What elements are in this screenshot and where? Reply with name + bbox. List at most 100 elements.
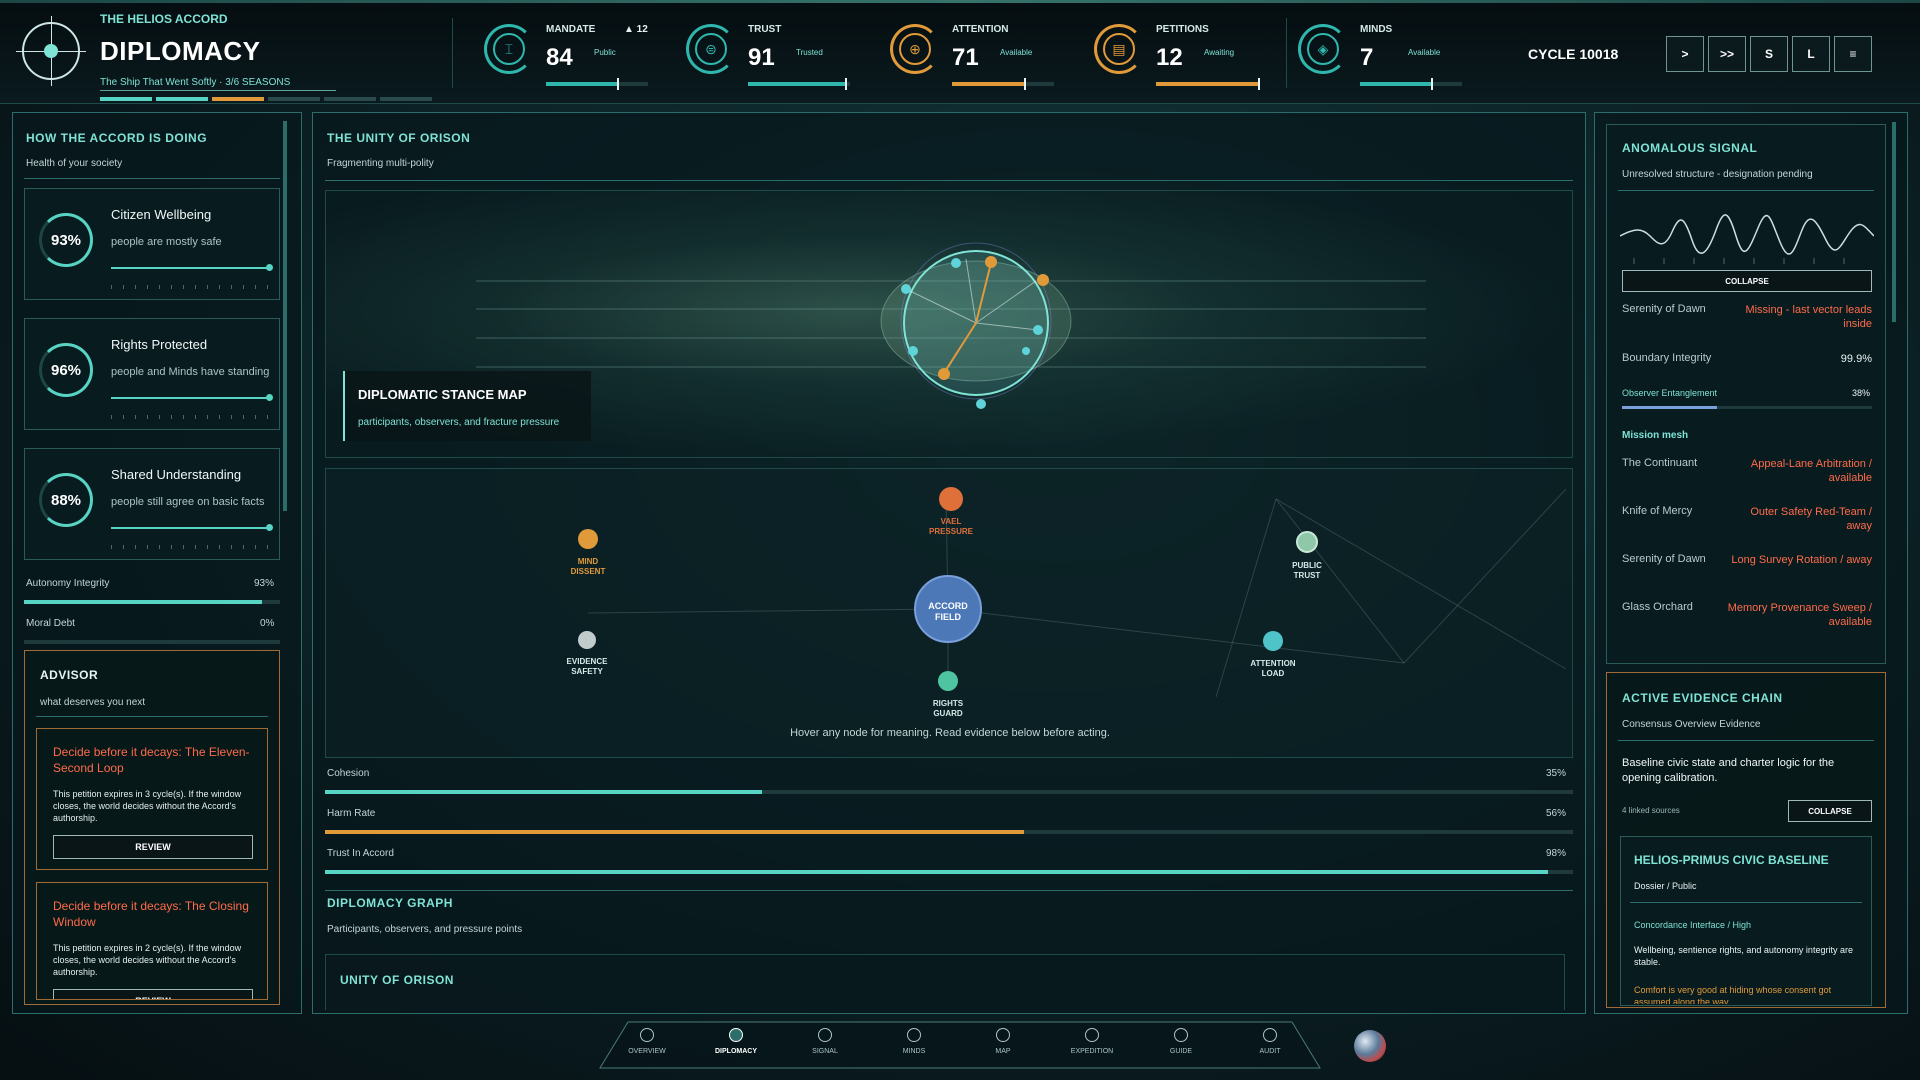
left-scrollbar[interactable] — [283, 121, 287, 511]
cycle-counter: CYCLE 10018 — [1528, 46, 1619, 62]
season-segment — [268, 97, 320, 101]
stat-label: MINDS — [1360, 24, 1393, 35]
polity-card[interactable] — [325, 954, 1565, 1010]
nav-label: DIPLOMACY — [715, 1048, 757, 1055]
review-button[interactable]: REVIEW — [53, 834, 253, 859]
divider — [325, 180, 1573, 181]
nav-diplomacy[interactable]: DIPLOMACY — [701, 1028, 771, 1055]
health-value: 96% — [50, 361, 82, 379]
entanglement-label: Observer Entanglement — [1622, 388, 1718, 398]
nav-map[interactable]: MAP — [968, 1028, 1038, 1055]
node-rights-guard[interactable] — [938, 671, 958, 691]
advisor-item-body: This petition expires in 3 cycle(s). If … — [53, 789, 242, 824]
save-button[interactable]: S — [1750, 36, 1788, 72]
moral-debt-bar — [24, 640, 280, 644]
season-segment — [100, 97, 152, 101]
dossier-warning: Comfort is very good at hiding whose con… — [1634, 985, 1832, 1004]
stat-bar — [1156, 78, 1260, 90]
health-card-bar — [111, 264, 273, 271]
mesh-row[interactable]: Serenity of Dawn Long Survey Rotation / a… — [1622, 553, 1872, 589]
stat-attention[interactable]: ⊕ ATTENTION 71 Available — [890, 18, 1090, 90]
dossier-interface: Concordance Interface / High — [1634, 920, 1752, 930]
nav-minds[interactable]: MINDS — [879, 1028, 949, 1055]
stat-trust[interactable]: ⊜ TRUST 91 Trusted — [686, 18, 886, 90]
autonomy-label: Autonomy Integrity — [26, 578, 110, 589]
center-bar-value: 98% — [1546, 848, 1567, 859]
mesh-row[interactable]: Glass Orchard Memory Provenance Sweep / a… — [1622, 601, 1872, 637]
game-name: THE HELIOS ACCORD — [100, 12, 228, 26]
right-scrollbar[interactable] — [1892, 122, 1896, 322]
health-card[interactable]: 93% Citizen Wellbeing people are mostly sa… — [24, 188, 280, 300]
mesh-ship: Serenity of Dawn — [1622, 553, 1706, 565]
health-card-bar — [111, 524, 273, 531]
stat-delta: ▲ 12 — [624, 24, 648, 35]
center-bar-value: 35% — [1546, 768, 1567, 779]
evidence-collapse-button[interactable]: COLLAPSE — [1788, 800, 1872, 822]
stat-petitions[interactable]: ▤ PETITIONS 12 Awaiting — [1094, 18, 1294, 90]
map-icon — [996, 1028, 1010, 1042]
season-subtitle: The Ship That Went Softly · 3/6 SEASONS — [100, 77, 291, 88]
avatar[interactable] — [1354, 1030, 1386, 1062]
health-value: 93% — [50, 231, 82, 249]
mesh-row[interactable]: Knife of Mercy Outer Safety Red-Team / aw… — [1622, 505, 1872, 541]
divider — [1630, 902, 1862, 903]
health-card-desc: people are mostly safe — [111, 236, 222, 248]
node-accord-label: ACCORD FIELD — [928, 601, 968, 622]
graph-title: DIPLOMACY GRAPH — [327, 896, 453, 910]
health-card-title: Rights Protected — [111, 337, 208, 352]
node-public-trust[interactable] — [1296, 531, 1318, 553]
divider — [1618, 190, 1874, 191]
stat-mandate[interactable]: ⌶ MANDATE ▲ 12 84 Public — [484, 18, 684, 90]
node-evidence-label: EVIDENCE SAFETY — [566, 657, 608, 676]
health-value: 88% — [50, 491, 82, 509]
advisor-item[interactable]: Decide before it decays: The Closing Win… — [36, 882, 268, 1000]
stat-minds[interactable]: ◈ MINDS 7 Available — [1298, 18, 1498, 90]
polity-subtitle: Fragmenting multi-polity — [327, 158, 434, 169]
nav-label: EXPEDITION — [1070, 1048, 1114, 1055]
evidence-subtitle: Consensus Overview Evidence — [1622, 719, 1761, 730]
review-button[interactable]: REVIEW — [53, 988, 253, 999]
mesh-mission: Memory Provenance Sweep / available — [1727, 602, 1872, 629]
stance-map-subtitle: participants, observers, and fracture pr… — [358, 417, 560, 428]
nav-expedition[interactable]: EXPEDITION — [1057, 1028, 1127, 1055]
stat-label: PETITIONS — [1156, 24, 1209, 35]
stat-value: 84 — [546, 44, 573, 71]
center-bar-label: Cohesion — [327, 768, 370, 779]
nav-guide[interactable]: GUIDE — [1146, 1028, 1216, 1055]
stat-label: ATTENTION — [952, 24, 1009, 35]
health-card[interactable]: 88% Shared Understanding people still agre… — [24, 448, 280, 560]
play-button[interactable]: > — [1666, 36, 1704, 72]
nav-signal[interactable]: SIGNAL — [790, 1028, 860, 1055]
nav-label: OVERVIEW — [628, 1048, 666, 1055]
evidence-body: Baseline civic state and charter logic f… — [1622, 757, 1835, 784]
stat-bar — [952, 78, 1054, 90]
node-mind-dissent[interactable] — [578, 529, 598, 549]
fast-forward-button[interactable]: >> — [1708, 36, 1746, 72]
node-evidence-safety[interactable] — [578, 631, 596, 649]
node-attention-label: ATTENTION LOAD — [1250, 659, 1296, 678]
health-card-bar — [111, 394, 273, 401]
mesh-mission: Long Survey Rotation / away — [1731, 554, 1872, 566]
polity-card-title: UNITY OF ORISON — [340, 973, 454, 987]
node-vael-pressure[interactable] — [939, 487, 963, 511]
diplomacy-graph[interactable]: VAEL PRESSURE MIND DISSENT PUBLIC TRUST ACC… — [325, 468, 1573, 758]
advisor-item[interactable]: Decide before it decays: The Eleven-Seco… — [36, 728, 268, 870]
autonomy-bar — [24, 600, 280, 604]
divider — [452, 18, 453, 88]
row-value: Missing - last vector leads inside — [1745, 304, 1872, 331]
health-card[interactable]: 96% Rights Protected people and Minds have… — [24, 318, 280, 430]
mesh-row[interactable]: The Continuant Appeal-Lane Arbitration / … — [1622, 457, 1872, 493]
stat-caption: Trusted — [796, 48, 823, 57]
nav-audit[interactable]: AUDIT — [1235, 1028, 1305, 1055]
load-button[interactable]: L — [1792, 36, 1830, 72]
season-segment — [324, 97, 376, 101]
menu-button[interactable]: ≡ — [1834, 36, 1872, 72]
advisor-item-title: Decide before it decays: The Closing Win… — [53, 899, 249, 929]
node-attention-load[interactable] — [1263, 631, 1283, 651]
nav-overview[interactable]: OVERVIEW — [612, 1028, 682, 1055]
node-rights-label: RIGHTS GUARD — [932, 699, 964, 718]
expedition-icon — [1085, 1028, 1099, 1042]
scroll-icon: ▤ — [1103, 33, 1135, 65]
stance-map-title: DIPLOMATIC STANCE MAP — [358, 387, 527, 402]
anomaly-collapse-button[interactable]: COLLAPSE — [1622, 270, 1872, 292]
